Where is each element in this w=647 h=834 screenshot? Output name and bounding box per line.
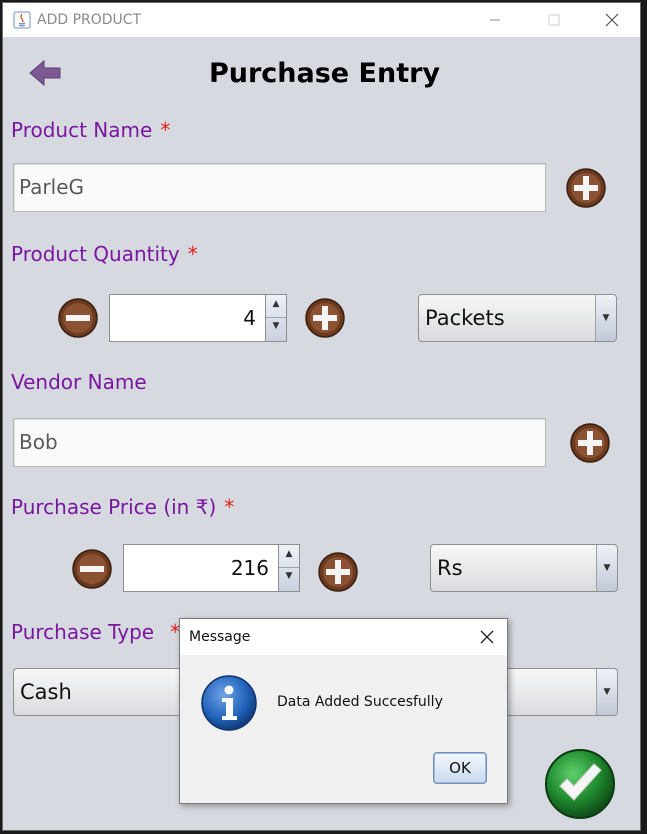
increase-price-icon[interactable] (317, 551, 359, 593)
price-spinner-arrows[interactable]: ▲ ▼ (278, 545, 299, 591)
vendor-name-label-text: Vendor Name (11, 370, 147, 394)
ok-button[interactable]: OK (433, 752, 487, 784)
add-product-name-icon[interactable] (565, 167, 607, 209)
info-icon (201, 675, 257, 731)
quantity-unit-value: Packets (425, 306, 505, 330)
add-vendor-icon[interactable] (569, 422, 611, 464)
purchase-type-value: Cash (20, 680, 72, 704)
window-titlebar: ADD PRODUCT (3, 3, 640, 37)
dropdown-arrow-icon[interactable]: ▼ (596, 545, 617, 591)
spinner-up-icon[interactable]: ▲ (279, 549, 299, 559)
purchase-type-label: Purchase Type * (11, 620, 180, 644)
dialog-close-icon[interactable] (477, 627, 497, 647)
dialog-message: Data Added Succesfully (277, 694, 443, 710)
required-mark: * (224, 495, 235, 519)
spinner-up-icon[interactable]: ▲ (266, 299, 286, 309)
product-quantity-label-text: Product Quantity (11, 242, 180, 266)
quantity-spinner-arrows[interactable]: ▲ ▼ (265, 295, 286, 341)
minimize-icon[interactable] (484, 9, 506, 31)
purchase-price-label-text: Purchase Price (in ₹) (11, 495, 217, 519)
decrease-price-icon[interactable] (71, 548, 113, 590)
purchase-price-label: Purchase Price (in ₹) * (11, 495, 234, 519)
product-name-label-text: Product Name (11, 118, 153, 142)
dropdown-arrow-icon[interactable]: ▼ (595, 295, 616, 341)
currency-value: Rs (437, 556, 463, 580)
purchase-type-label-text: Purchase Type (11, 620, 155, 644)
price-spinner[interactable]: 216 ▲ ▼ (123, 544, 300, 592)
message-dialog: Message Data Added Succesfully OK (179, 618, 508, 804)
maximize-icon[interactable] (543, 9, 565, 31)
vendor-name-input[interactable]: Bob (13, 418, 546, 467)
close-icon[interactable] (601, 9, 623, 31)
quantity-unit-select[interactable]: Packets ▼ (418, 294, 617, 342)
spinner-down-icon[interactable]: ▼ (279, 571, 299, 581)
product-name-label: Product Name * (11, 118, 170, 142)
quantity-value[interactable]: 4 (243, 295, 256, 341)
required-mark: * (160, 118, 171, 142)
submit-check-icon[interactable] (544, 748, 616, 820)
product-quantity-label: Product Quantity * (11, 242, 198, 266)
vendor-name-label: Vendor Name (11, 370, 147, 394)
increase-quantity-icon[interactable] (304, 297, 346, 339)
required-mark: * (187, 242, 198, 266)
page-title: Purchase Entry (208, 58, 441, 89)
window-title: ADD PRODUCT (37, 12, 142, 28)
java-app-icon (13, 11, 31, 29)
spinner-down-icon[interactable]: ▼ (266, 321, 286, 331)
price-value[interactable]: 216 (231, 545, 269, 591)
quantity-spinner[interactable]: 4 ▲ ▼ (109, 294, 287, 342)
currency-select[interactable]: Rs ▼ (430, 544, 618, 592)
dialog-titlebar: Message (180, 619, 507, 655)
dialog-title: Message (189, 629, 251, 645)
decrease-quantity-icon[interactable] (57, 297, 99, 339)
dropdown-arrow-icon[interactable]: ▼ (596, 669, 617, 715)
product-name-input[interactable]: ParleG (13, 163, 546, 212)
